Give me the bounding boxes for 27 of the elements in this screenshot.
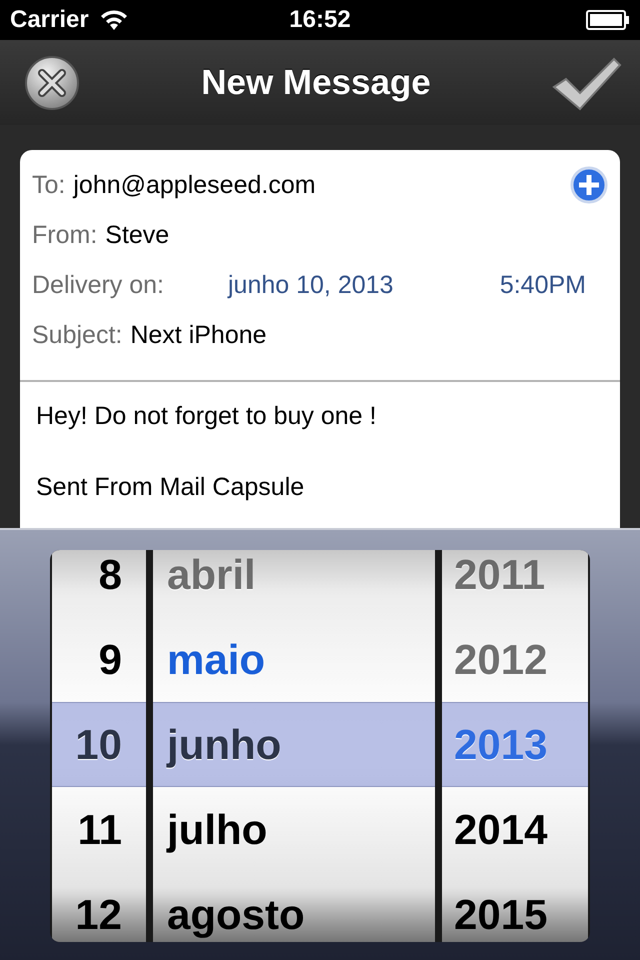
delivery-date[interactable]: junho 10, 2013 (228, 270, 394, 300)
add-recipient-button[interactable] (570, 166, 608, 204)
battery-icon (586, 9, 630, 31)
delivery-time[interactable]: 5:40PM (500, 270, 586, 300)
subject-field[interactable]: Next iPhone (130, 320, 267, 350)
clock-time: 16:52 (289, 6, 351, 34)
wifi-icon (98, 9, 129, 31)
to-label: To: (32, 170, 66, 200)
picker-option[interactable]: julho (153, 787, 435, 872)
picker-option[interactable]: 9 (52, 617, 146, 702)
carrier-name: Carrier (10, 6, 89, 34)
screen-title: New Message (201, 62, 431, 102)
message-text: Hey! Do not forget to buy one ! (36, 402, 378, 431)
close-button[interactable] (24, 54, 80, 110)
picker-option[interactable]: 8 (52, 550, 146, 617)
from-label: From: (32, 220, 98, 250)
picker-option[interactable]: 2015 (442, 872, 588, 942)
subject-label: Subject: (32, 320, 122, 350)
picker-option[interactable]: 11 (52, 787, 146, 872)
picker-option[interactable]: agosto (153, 872, 435, 942)
picker-option[interactable]: maio (153, 617, 435, 702)
picker-option[interactable]: 2014 (442, 787, 588, 872)
delivery-label: Delivery on: (32, 270, 164, 300)
message-text: Sent From Mail Capsule (36, 473, 306, 502)
recipient-field[interactable]: john@appleseed.com (73, 170, 316, 200)
picker-option[interactable]: 12 (52, 872, 146, 942)
sender-field[interactable]: Steve (105, 220, 170, 250)
